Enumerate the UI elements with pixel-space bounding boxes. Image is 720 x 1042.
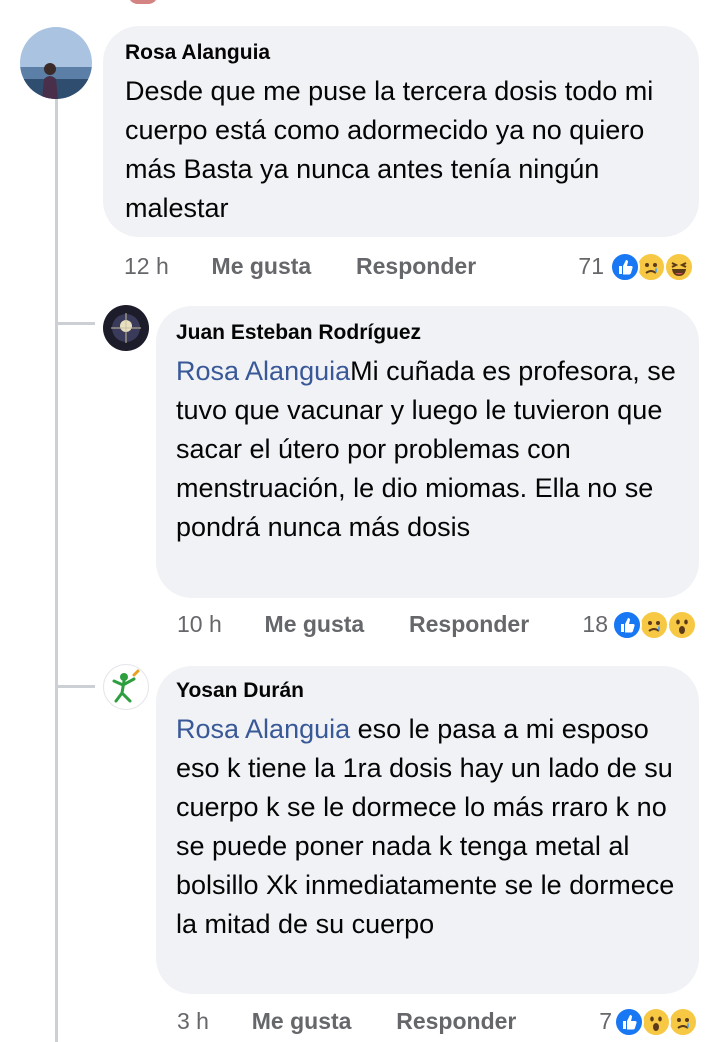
- comment-actions: 10 h Me gusta Responder: [177, 611, 529, 638]
- thread-line-main: [55, 98, 58, 1042]
- comment-time[interactable]: 12 h: [124, 253, 169, 279]
- comment-text: Desde que me puse la tercera dosis todo …: [125, 72, 677, 228]
- comment-bubble: Yosan Durán Rosa Alanguia eso le pasa a …: [156, 666, 699, 994]
- reply-button[interactable]: Responder: [396, 1008, 516, 1034]
- sad-icon[interactable]: [639, 610, 669, 640]
- avatar[interactable]: [103, 664, 149, 710]
- comment-actions: 3 h Me gusta Responder: [177, 1008, 516, 1035]
- thread-line-branch-2: [55, 685, 95, 688]
- mention-link[interactable]: Rosa Alanguia: [176, 356, 350, 386]
- comment-text: Rosa AlanguiaMi cuñada es profesora, se …: [176, 352, 679, 547]
- comment-body: Desde que me puse la tercera dosis todo …: [125, 76, 654, 223]
- comment-author[interactable]: Yosan Durán: [176, 678, 679, 704]
- comment-author[interactable]: Rosa Alanguia: [125, 40, 677, 66]
- like-icon[interactable]: [612, 610, 642, 640]
- avatar-photo: [103, 305, 149, 351]
- comment-bubble: Juan Esteban Rodríguez Rosa AlanguiaMi c…: [156, 306, 699, 598]
- like-button[interactable]: Me gusta: [265, 611, 365, 637]
- thread-line-branch-1: [55, 322, 95, 325]
- reaction-count[interactable]: 18: [564, 611, 608, 638]
- comment-actions: 12 h Me gusta Responder: [124, 253, 476, 280]
- previous-comment-edge: [128, 0, 158, 4]
- reaction-count[interactable]: 71: [560, 253, 604, 280]
- avatar-photo: [20, 27, 92, 99]
- wow-icon[interactable]: [641, 1007, 671, 1037]
- sad-icon[interactable]: [668, 1007, 698, 1037]
- reaction-count[interactable]: 7: [568, 1008, 612, 1035]
- like-button[interactable]: Me gusta: [212, 253, 312, 279]
- comment-author[interactable]: Juan Esteban Rodríguez: [176, 320, 679, 346]
- comment-text: Rosa Alanguia eso le pasa a mi esposo es…: [176, 710, 679, 944]
- reply-button[interactable]: Responder: [356, 253, 476, 279]
- comment-body: eso le pasa a mi esposo eso k tiene la 1…: [176, 714, 675, 939]
- like-icon[interactable]: [610, 252, 640, 282]
- reply-button[interactable]: Responder: [409, 611, 529, 637]
- comment-time[interactable]: 10 h: [177, 611, 222, 637]
- haha-icon[interactable]: [664, 252, 694, 282]
- avatar-logo: [112, 669, 140, 703]
- avatar[interactable]: [103, 305, 149, 351]
- avatar[interactable]: [20, 27, 92, 99]
- like-icon[interactable]: [614, 1007, 644, 1037]
- comment-bubble: Rosa Alanguia Desde que me puse la terce…: [103, 26, 699, 237]
- wow-icon[interactable]: [667, 610, 697, 640]
- sad-icon[interactable]: [636, 252, 666, 282]
- mention-link[interactable]: Rosa Alanguia: [176, 714, 350, 744]
- like-button[interactable]: Me gusta: [252, 1008, 352, 1034]
- comment-time[interactable]: 3 h: [177, 1008, 209, 1034]
